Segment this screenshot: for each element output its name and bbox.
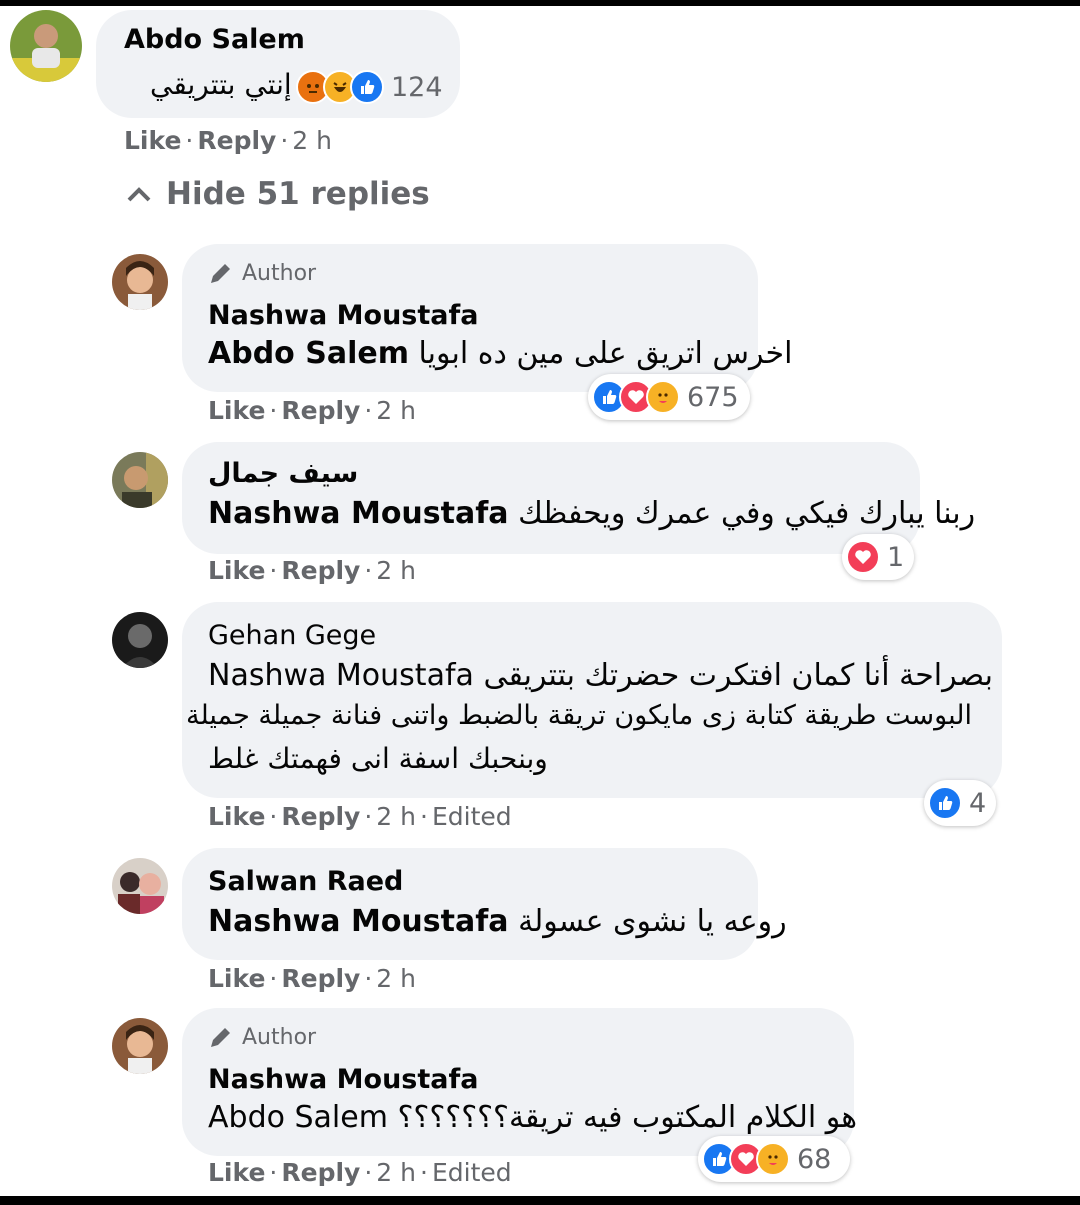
comment-actions: Like · Reply · 2 h <box>124 126 332 155</box>
like-button[interactable]: Like <box>208 802 265 831</box>
reply-button[interactable]: Reply <box>281 396 360 425</box>
reply-button[interactable]: Reply <box>281 556 360 585</box>
reply-button[interactable]: Reply <box>197 126 276 155</box>
comment-actions: Like · Reply · 2 h <box>208 964 416 993</box>
reaction-count: 675 <box>687 381 739 413</box>
commenter-name[interactable]: Salwan Raed <box>208 866 403 897</box>
reaction-count: 4 <box>969 787 987 819</box>
reaction-summary[interactable]: 4 <box>924 780 996 826</box>
commenter-name[interactable]: Nashwa Moustafa <box>208 300 478 331</box>
reaction-summary[interactable]: 68 <box>698 1136 850 1182</box>
commenter-name[interactable]: Nashwa Moustafa <box>208 1064 478 1095</box>
mention-link[interactable]: Nashwa Moustafa <box>208 496 509 531</box>
timestamp: 2 h <box>376 396 416 425</box>
comment-thread: Abdo Salem إنتي بتتريقي 124 Like · Reply · 2… <box>0 6 1080 1196</box>
author-badge: Author <box>208 1024 316 1050</box>
reply-button[interactable]: Reply <box>281 802 360 831</box>
commenter-name[interactable]: Gehan Gege <box>208 620 376 651</box>
edited-label[interactable]: Edited <box>432 802 512 831</box>
care-icon <box>756 1142 790 1176</box>
chevron-up-icon <box>127 187 151 202</box>
pencil-icon <box>211 1028 230 1047</box>
timestamp: 2 h <box>292 126 332 155</box>
like-button[interactable]: Like <box>208 1158 265 1187</box>
avatar[interactable] <box>10 10 82 82</box>
mention-link[interactable]: Abdo Salem <box>208 1100 388 1135</box>
hide-replies-button[interactable]: Hide 51 replies <box>126 176 430 212</box>
reaction-summary[interactable]: 1 <box>842 534 914 580</box>
comment-actions: Like · Reply · 2 h <box>208 396 416 425</box>
like-button[interactable]: Like <box>208 964 265 993</box>
reaction-summary[interactable]: 124 <box>292 64 460 110</box>
comment-text: Abdo Salem هو الكلام المكتوب فيه تريقة؟؟… <box>208 1100 858 1135</box>
comment-text-line: البوست طريقة كتابة زى مايكون تريقة بالضب… <box>185 700 972 731</box>
avatar[interactable] <box>112 858 168 914</box>
edited-label[interactable]: Edited <box>432 1158 512 1187</box>
comment-text: Nashwa Moustafa ربنا يبارك فيكي وفي عمرك… <box>208 496 976 531</box>
avatar[interactable] <box>112 612 168 668</box>
like-button[interactable]: Like <box>208 556 265 585</box>
like-icon <box>928 786 962 820</box>
care-icon <box>646 380 680 414</box>
reply-button[interactable]: Reply <box>281 964 360 993</box>
avatar[interactable] <box>112 254 168 310</box>
hide-replies-label: Hide 51 replies <box>166 176 430 212</box>
reaction-summary[interactable]: 675 <box>588 374 750 420</box>
commenter-name[interactable]: سيف جمال <box>208 458 358 489</box>
mention-link[interactable]: Nashwa Moustafa <box>208 658 474 693</box>
timestamp: 2 h <box>376 556 416 585</box>
pencil-icon <box>211 264 230 283</box>
reaction-count: 124 <box>391 71 443 103</box>
like-icon <box>350 70 384 104</box>
like-button[interactable]: Like <box>208 396 265 425</box>
comment-text-line: وبنحبك اسفة انى فهمتك غلط <box>208 742 548 775</box>
avatar[interactable] <box>112 1018 168 1074</box>
author-badge: Author <box>208 260 316 286</box>
love-icon <box>846 540 880 574</box>
comment-text: Nashwa Moustafa بصراحة أنا كمان افتكرت ح… <box>208 658 994 693</box>
timestamp: 2 h <box>376 964 416 993</box>
comment-text: Nashwa Moustafa روعه يا نشوى عسولة <box>208 904 787 939</box>
comment-actions: Like · Reply · 2 h · Edited <box>208 1158 512 1187</box>
mention-link[interactable]: Abdo Salem <box>208 336 409 371</box>
comment-text: Abdo Salem اخرس اتريق على مين ده ابويا <box>208 336 793 371</box>
reply-button[interactable]: Reply <box>281 1158 360 1187</box>
timestamp: 2 h <box>376 802 416 831</box>
reaction-count: 1 <box>887 541 905 573</box>
timestamp: 2 h <box>376 1158 416 1187</box>
comment-actions: Like · Reply · 2 h <box>208 556 416 585</box>
mention-link[interactable]: Nashwa Moustafa <box>208 904 509 939</box>
like-button[interactable]: Like <box>124 126 181 155</box>
comment-actions: Like · Reply · 2 h · Edited <box>208 802 512 831</box>
commenter-name[interactable]: Abdo Salem <box>124 24 305 55</box>
avatar[interactable] <box>112 452 168 508</box>
comment-text: إنتي بتتريقي <box>150 68 292 101</box>
reaction-count: 68 <box>797 1143 832 1175</box>
